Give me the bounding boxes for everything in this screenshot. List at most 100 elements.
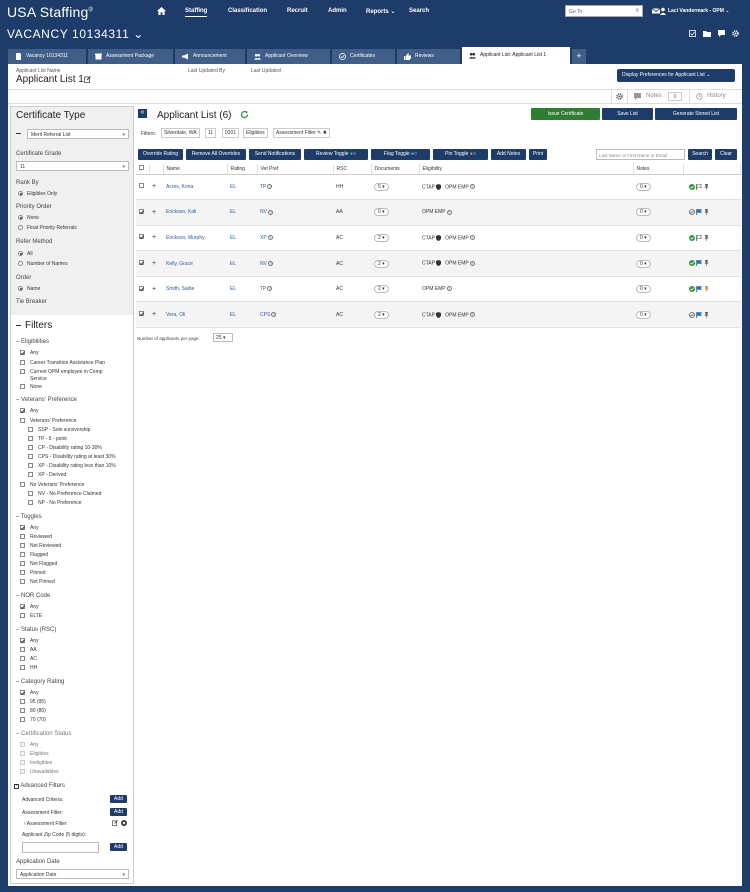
expand-icon[interactable]: +	[152, 286, 156, 293]
table-row[interactable]: + Acres, Kona EL TP? HH 5 ▾ CTAP OPM EMP? 0 ▾	[136, 174, 741, 201]
tab-assessment-package[interactable]: Assessment Package	[88, 49, 173, 64]
print-button[interactable]: Print	[529, 149, 547, 160]
pin-icon[interactable]	[704, 286, 709, 292]
tab-announcement[interactable]: Announcement	[175, 49, 245, 64]
nav-search[interactable]: Search	[409, 8, 429, 14]
filter-chip-eligibles[interactable]: Eligibles	[243, 128, 268, 138]
row-checkbox[interactable]	[139, 260, 144, 266]
vet-xp-checkbox[interactable]	[28, 463, 33, 468]
cat-80-checkbox[interactable]	[20, 708, 25, 713]
notes-dropdown[interactable]: 0 ▾	[636, 259, 651, 268]
select-all-checkbox[interactable]	[139, 165, 144, 171]
rating-link[interactable]: EL	[230, 261, 236, 267]
flag-icon[interactable]	[696, 311, 703, 318]
table-row[interactable]: + Erickson, Murphy EL XP? AC 2 ▾ CTAP OPM EMP?…	[136, 225, 741, 252]
home-icon[interactable]	[157, 7, 166, 15]
vet-ssp-checkbox[interactable]	[28, 427, 33, 432]
toggles-flagged-checkbox[interactable]	[20, 552, 25, 557]
history-button[interactable]: History	[689, 90, 741, 103]
documents-dropdown[interactable]: 2 ▾	[374, 285, 389, 294]
table-row[interactable]: + Kelly, Grace EL NV? AC 2 ▾ CTAP OPM EMP? 0 ▾	[136, 250, 741, 277]
remove-overrides-button[interactable]: Remove All Overrides	[186, 149, 246, 160]
add-criteria-button[interactable]: Add	[110, 795, 127, 803]
toggles-reviewed-checkbox[interactable]	[20, 534, 25, 539]
help-icon[interactable]: ?	[469, 260, 475, 266]
col-documents[interactable]: Documents	[371, 164, 420, 175]
filter-chip-assessment[interactable]: Assessment Filter ✎ ✖	[273, 128, 330, 138]
vet-xp-derived-checkbox[interactable]	[28, 472, 33, 477]
col-name[interactable]: Name	[163, 164, 228, 175]
reviewed-icon[interactable]	[689, 260, 695, 267]
elig-opm-checkbox[interactable]	[20, 369, 25, 374]
applicant-name-link[interactable]: Erickson, Kali	[166, 209, 196, 215]
novet-np-checkbox[interactable]	[28, 500, 33, 505]
vet-pref-group[interactable]: – Veterans' Preference	[16, 397, 77, 403]
collapse-icon[interactable]	[16, 133, 21, 134]
vet-cp-checkbox[interactable]	[28, 445, 33, 450]
rating-link[interactable]: EL	[230, 235, 236, 241]
reviewed-icon[interactable]	[689, 286, 695, 292]
advanced-filters-group[interactable]: - Advanced Filters	[14, 783, 65, 789]
table-row[interactable]: + Vera, Oli EL CPS? AC 2 ▾ CTAP OPM EMP? 0 ▾	[136, 301, 741, 329]
help-icon[interactable]: ?	[469, 184, 475, 190]
eligibilities-group[interactable]: – Eligibilities	[16, 339, 49, 345]
col-eligibility[interactable]: Eligibility	[419, 164, 634, 175]
flag-icon[interactable]	[696, 286, 703, 292]
vet-tp-checkbox[interactable]	[28, 436, 33, 441]
vet-pref-checkbox[interactable]	[20, 418, 25, 423]
applicant-name-link[interactable]: Smith, Sadie	[166, 286, 194, 292]
documents-dropdown[interactable]: 0 ▾	[374, 208, 389, 217]
rating-link[interactable]: EL	[230, 286, 236, 292]
clear-button[interactable]: Clear	[715, 149, 737, 160]
help-icon[interactable]: ?	[267, 260, 273, 266]
per-page-select[interactable]: 25 ▾	[213, 333, 233, 342]
row-checkbox[interactable]	[139, 285, 144, 291]
rank-eligibles-radio[interactable]	[18, 191, 23, 196]
table-row[interactable]: + Smith, Sadie EL TP? AC 2 ▾ OPM EMP? 0 ▾	[136, 276, 741, 303]
expand-icon[interactable]: +	[152, 260, 156, 267]
flag-outline-icon[interactable]	[696, 234, 703, 241]
applicant-name-link[interactable]: Erickson, Murphy	[166, 235, 205, 241]
novet-nv-checkbox[interactable]	[28, 491, 33, 496]
mail-icon[interactable]	[652, 7, 660, 15]
cat-any-checkbox[interactable]	[20, 690, 25, 695]
nor-group[interactable]: – NOR Code	[16, 593, 50, 599]
vet-pref-link[interactable]: TP	[260, 184, 266, 190]
vet-pref-link[interactable]: NV	[260, 261, 267, 267]
assessment-filter-item[interactable]: › Assessment Filter	[24, 821, 67, 827]
documents-dropdown[interactable]: 2 ▾	[374, 233, 389, 242]
add-tab-button[interactable]: +	[572, 49, 586, 64]
goto-input[interactable]: Go To ⚲	[565, 5, 643, 17]
help-icon[interactable]: ?	[469, 312, 475, 318]
collapse-icon[interactable]	[16, 325, 21, 326]
gear-icon[interactable]	[732, 30, 739, 37]
priority-float-radio[interactable]	[18, 225, 23, 230]
elig-none-checkbox[interactable]	[20, 384, 25, 389]
pin-outline-icon[interactable]	[704, 183, 709, 190]
rating-link[interactable]: EL	[230, 184, 236, 190]
expand-icon[interactable]: +	[152, 311, 156, 318]
pin-outline-icon[interactable]	[704, 234, 709, 241]
vet-pref-link[interactable]: NV	[260, 209, 267, 215]
remove-icon[interactable]	[121, 820, 127, 826]
nav-recruit[interactable]: Recruit	[287, 8, 308, 14]
expand-icon[interactable]: +	[152, 234, 156, 241]
notes-dropdown[interactable]: 0 ▾	[636, 208, 651, 217]
status-any-checkbox[interactable]	[20, 638, 25, 643]
reviewed-icon[interactable]	[689, 234, 695, 241]
priority-none-radio[interactable]	[18, 215, 23, 220]
pin-outline-icon[interactable]	[704, 260, 709, 267]
status-group[interactable]: – Status (RSC)	[16, 627, 56, 633]
collapse-sidebar-button[interactable]: «	[138, 109, 147, 118]
tab-applicant-overview[interactable]: Applicant Overview	[247, 49, 330, 64]
pin-outline-icon[interactable]	[704, 209, 709, 216]
checklist-icon[interactable]	[689, 30, 696, 37]
nor-any-checkbox[interactable]	[20, 604, 25, 609]
add-notes-button[interactable]: Add Notes	[491, 149, 526, 160]
elig-any-checkbox[interactable]	[20, 350, 25, 355]
cert-type-select[interactable]: Merit Referral List ▾	[27, 129, 129, 139]
not-reviewed-icon[interactable]	[689, 311, 695, 318]
vet-pref-link[interactable]: CPS	[260, 312, 270, 318]
help-icon[interactable]: ?	[446, 209, 452, 215]
nav-staffing[interactable]: Staffing	[185, 8, 208, 17]
